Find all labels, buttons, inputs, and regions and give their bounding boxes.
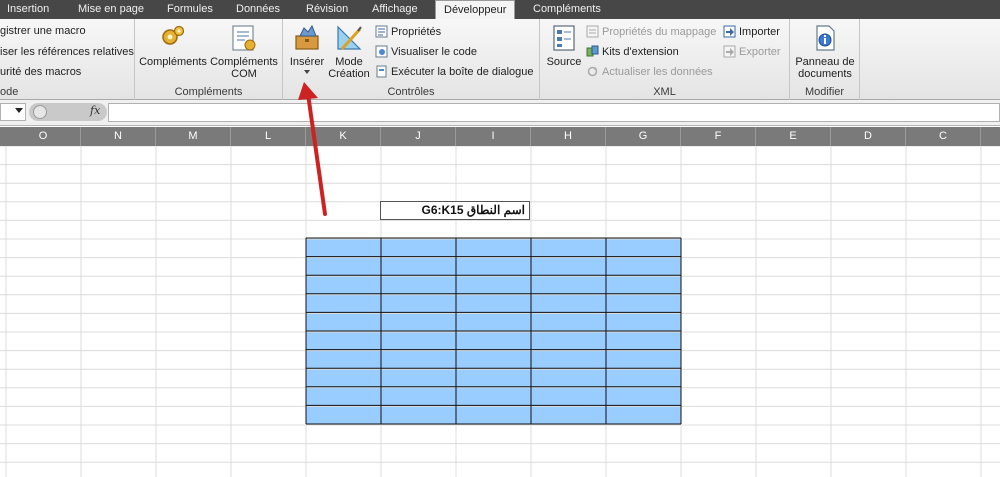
macro-security-label: urité des macros (0, 66, 82, 78)
group-label-controles: Contrôles (387, 86, 435, 98)
kits-extension-label: Kits d'extension (602, 45, 679, 58)
expansion-packs-icon (586, 45, 599, 57)
formula-bar: fx (0, 100, 1000, 126)
relative-references-label: iser les références relatives (0, 46, 134, 58)
complements-button-label: Compléments (139, 56, 207, 68)
formula-bar-toggle[interactable] (33, 105, 47, 119)
tab-insertion[interactable]: Insertion (7, 0, 49, 19)
group-modifier: Panneau de documents Modifier (790, 19, 860, 100)
export-icon (723, 45, 736, 58)
range-label-cell[interactable]: اسم النطاق G6:K15 (380, 201, 530, 220)
import-icon (723, 25, 736, 38)
properties-icon (375, 25, 388, 38)
gear-icon (162, 25, 185, 45)
complements-com-label-1: Compléments (210, 56, 278, 68)
group-label-complements: Compléments (174, 86, 243, 98)
group-label-modifier: Modifier (804, 86, 845, 98)
view-code-icon (375, 45, 388, 58)
panneau-documents-label-1: Panneau de (795, 56, 855, 68)
actualiser-donnees-label: Actualiser les données (602, 65, 713, 78)
visualiser-code-label: Visualiser le code (391, 45, 478, 58)
group-controles: Insérer Mode Création Propriétés Visuali… (283, 19, 540, 100)
kits-extension-button[interactable]: Kits d'extension (586, 45, 679, 58)
tab-complements[interactable]: Compléments (533, 0, 601, 19)
column-header-d[interactable]: D (831, 127, 906, 146)
column-header-k[interactable]: K (306, 127, 381, 146)
document-panel-icon (816, 25, 835, 51)
proprietes-mappage-label: Propriétés du mappage (602, 25, 717, 38)
column-header-i[interactable]: I (456, 127, 531, 146)
tab-affichage[interactable]: Affichage (372, 0, 418, 19)
ribbon-tab-bar: Insertion Mise en page Formules Données … (0, 0, 1000, 20)
relative-references-button[interactable]: iser les références relatives (0, 46, 134, 58)
column-header-l[interactable]: L (231, 127, 306, 146)
inserer-dropdown-arrow (304, 70, 310, 74)
importer-label: Importer (739, 25, 780, 38)
worksheet-grid[interactable] (0, 146, 1000, 477)
inserer-label: Insérer (289, 56, 325, 68)
panneau-documents-label-2: documents (798, 68, 852, 80)
ribbon-panel: gistrer une macro iser les références re… (0, 19, 1000, 100)
design-mode-icon (337, 25, 362, 51)
panneau-documents-button[interactable]: Panneau de documents (792, 23, 858, 80)
formula-input[interactable] (108, 103, 1000, 122)
column-header-m[interactable]: M (156, 127, 231, 146)
mode-creation-label-1: Mode (335, 56, 363, 68)
group-label-xml: XML (653, 86, 676, 98)
actualiser-donnees-button[interactable]: Actualiser les données (586, 65, 713, 78)
cell-gridlines (0, 146, 1000, 477)
complements-com-label-2: COM (231, 68, 257, 80)
column-header-h[interactable]: H (531, 127, 606, 146)
tab-formules[interactable]: Formules (167, 0, 213, 19)
insert-function-button[interactable]: fx (90, 104, 100, 117)
tab-donnees[interactable]: Données (236, 0, 280, 19)
group-xml: Source Propriétés du mappage Kits d'exte… (540, 19, 790, 100)
proprietes-button[interactable]: Propriétés (375, 25, 441, 38)
toolbox-icon (295, 24, 319, 50)
xml-source-icon (553, 25, 575, 51)
column-header-g[interactable]: G (606, 127, 681, 146)
column-header-j[interactable]: J (381, 127, 456, 146)
exporter-label: Exporter (739, 45, 781, 58)
map-properties-icon (586, 25, 599, 38)
exporter-button[interactable]: Exporter (723, 45, 781, 58)
importer-button[interactable]: Importer (723, 25, 780, 38)
column-headers: ONMLKJIHGFEDC (0, 127, 1000, 146)
record-macro-label: gistrer une macro (0, 25, 86, 37)
tab-revision[interactable]: Révision (306, 0, 348, 19)
mode-creation-label-2: Création (328, 68, 370, 80)
executer-dialogue-button[interactable]: Exécuter la boîte de dialogue (375, 65, 534, 78)
complements-button[interactable]: Compléments (139, 23, 207, 68)
group-label-code: ode (0, 86, 19, 98)
column-header-o[interactable]: O (6, 127, 81, 146)
proprietes-mappage-button[interactable]: Propriétés du mappage (586, 25, 716, 38)
group-code: gistrer une macro iser les références re… (0, 19, 135, 100)
refresh-data-icon (587, 66, 598, 77)
tab-developpeur[interactable]: Développeur (435, 0, 516, 20)
record-macro-button[interactable]: gistrer une macro (0, 25, 86, 37)
macro-security-button[interactable]: urité des macros (0, 66, 81, 78)
column-header-e[interactable]: E (756, 127, 831, 146)
column-header-f[interactable]: F (681, 127, 756, 146)
column-header-n[interactable]: N (81, 127, 156, 146)
executer-dialogue-label: Exécuter la boîte de dialogue (391, 65, 534, 78)
run-dialog-icon (376, 65, 387, 78)
source-label: Source (546, 56, 582, 68)
mode-creation-button[interactable]: Mode Création (327, 23, 371, 80)
tab-mise-en-page[interactable]: Mise en page (78, 0, 144, 19)
group-complements: Compléments Compléments COM Compléments (135, 19, 283, 100)
source-button[interactable]: Source (544, 23, 584, 68)
visualiser-code-button[interactable]: Visualiser le code (375, 45, 477, 58)
complements-com-button[interactable]: Compléments COM (209, 23, 279, 80)
proprietes-label: Propriétés (391, 25, 442, 38)
com-addin-icon (232, 25, 256, 51)
inserer-button[interactable]: Insérer (285, 23, 329, 74)
column-header-c[interactable]: C (906, 127, 981, 146)
name-box-dropdown-icon[interactable] (15, 108, 23, 113)
